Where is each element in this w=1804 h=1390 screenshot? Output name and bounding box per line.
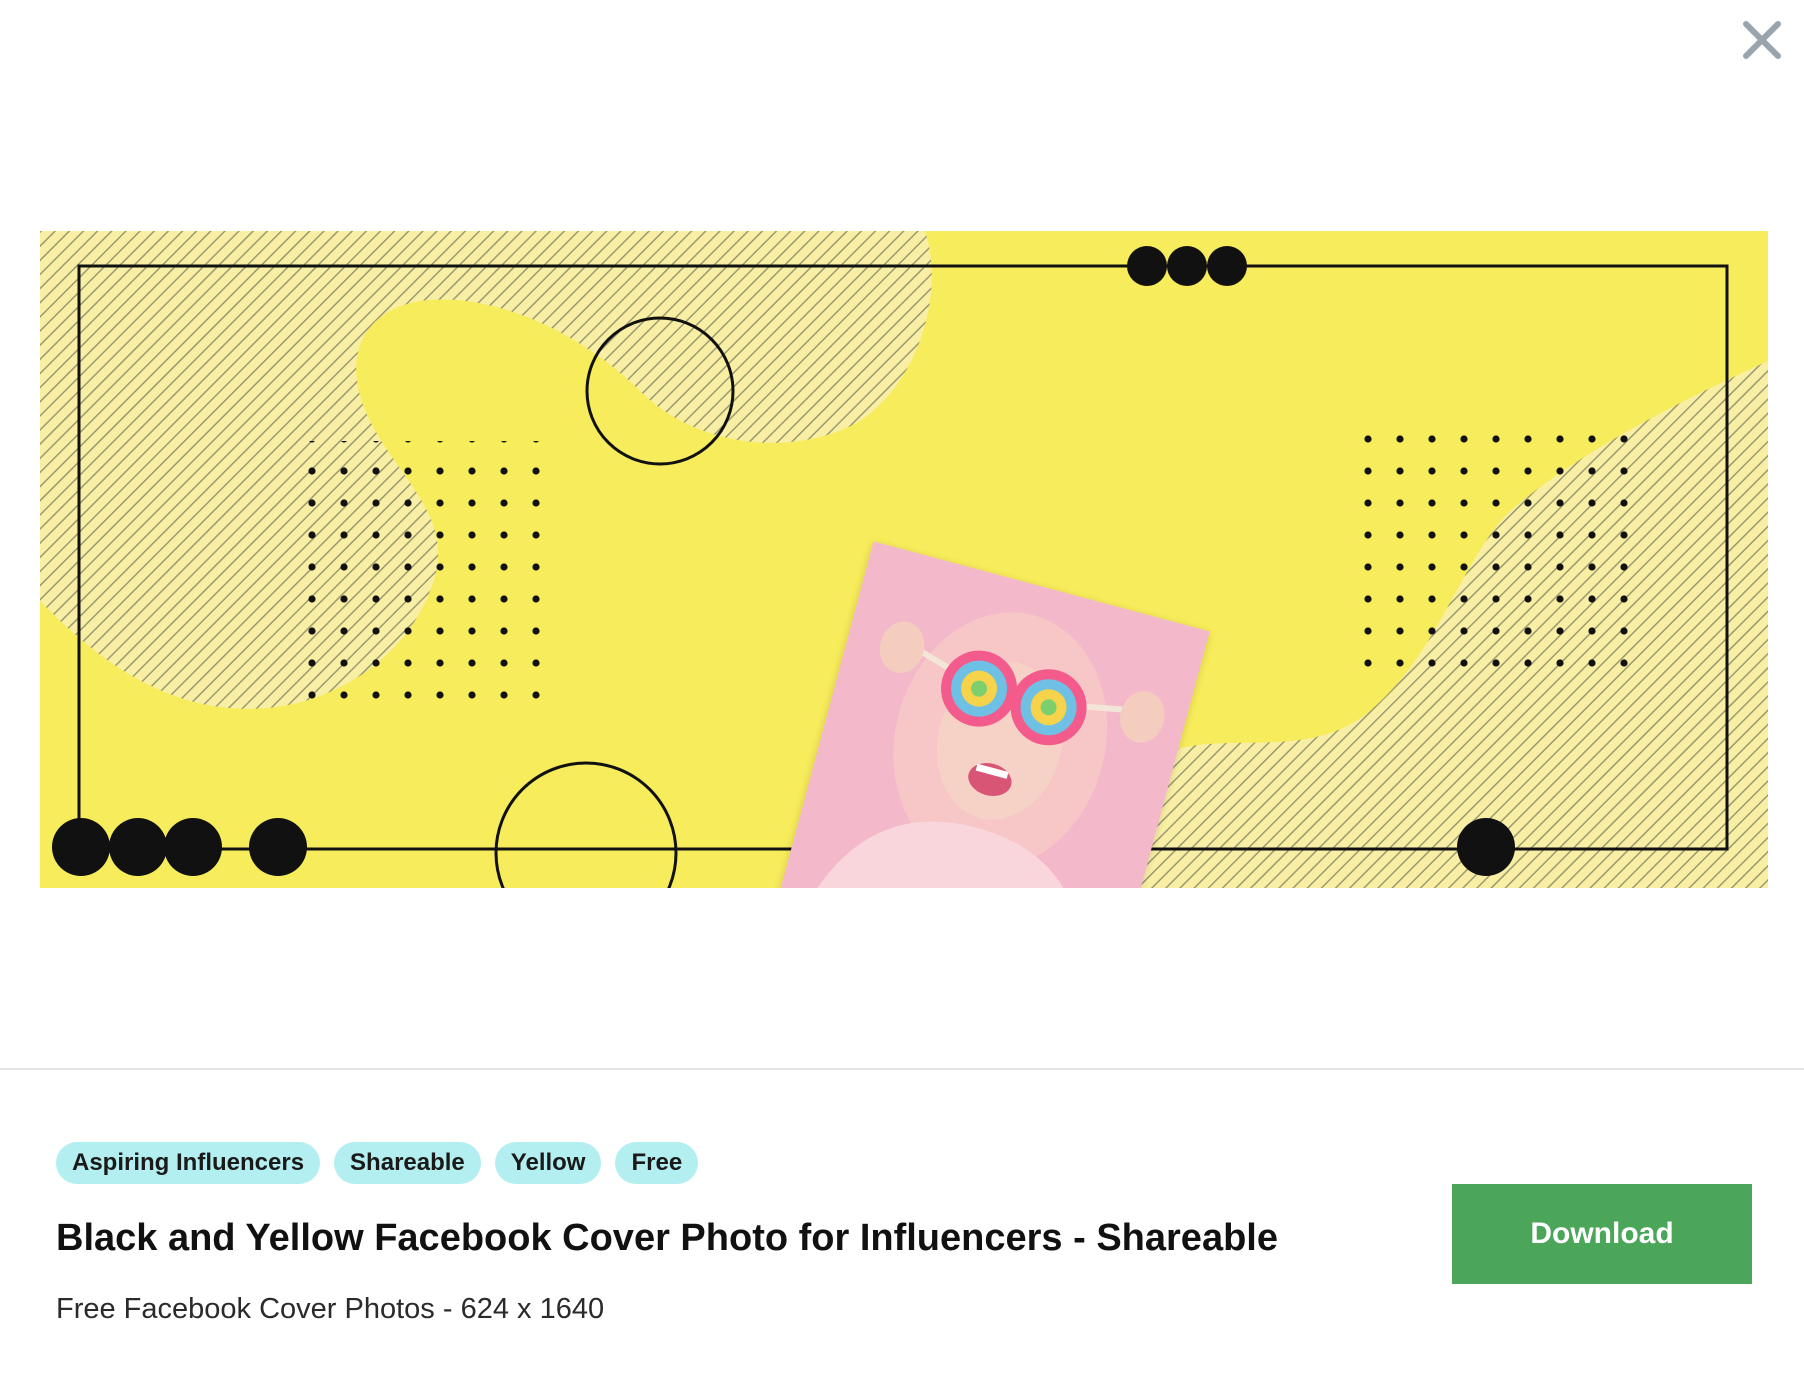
template-subtitle: Free Facebook Cover Photos - 624 x 1640 xyxy=(56,1293,605,1325)
solid-dot xyxy=(1167,246,1207,286)
download-button[interactable]: Download xyxy=(1452,1184,1752,1284)
template-preview-image xyxy=(40,231,1768,888)
solid-dot xyxy=(109,818,167,876)
solid-dot xyxy=(249,818,307,876)
section-divider xyxy=(0,1068,1804,1070)
solid-dot xyxy=(52,818,110,876)
solid-dot xyxy=(1207,246,1247,286)
tag-list: Aspiring Influencers Shareable Yellow Fr… xyxy=(56,1142,699,1184)
tag-aspiring-influencers[interactable]: Aspiring Influencers xyxy=(56,1142,321,1184)
template-title: Black and Yellow Facebook Cover Photo fo… xyxy=(56,1217,1278,1259)
dot-grid-right xyxy=(1360,431,1650,691)
close-button[interactable] xyxy=(1738,16,1786,64)
solid-dot xyxy=(1127,246,1167,286)
solid-dot xyxy=(164,818,222,876)
dot-grid-left xyxy=(290,441,550,701)
tag-shareable[interactable]: Shareable xyxy=(334,1142,481,1184)
tag-yellow[interactable]: Yellow xyxy=(494,1142,602,1184)
tag-free[interactable]: Free xyxy=(615,1142,699,1184)
close-icon xyxy=(1743,21,1781,59)
solid-dot xyxy=(1457,818,1515,876)
